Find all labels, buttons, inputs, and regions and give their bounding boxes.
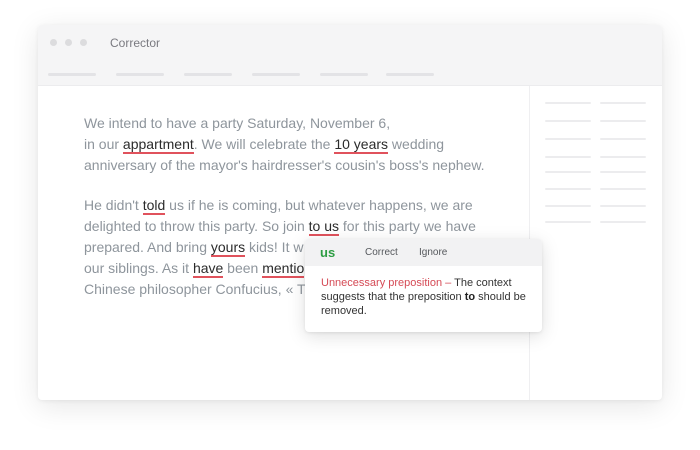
sidebar-line (545, 205, 591, 207)
text-segment: for this party we have (339, 218, 476, 234)
grammar-error[interactable]: told (142, 197, 166, 215)
correction-popup: us Correct Ignore Unnecessary prepositio… (305, 239, 542, 332)
text-line: anniversary of the mayor's hairdresser's… (84, 157, 485, 173)
error-explanation: Unnecessary preposition – The context su… (321, 276, 529, 318)
sidebar-line (600, 138, 646, 140)
grammar-error[interactable]: have (192, 260, 224, 278)
title-bar: Corrector (38, 25, 662, 62)
sidebar-line (600, 205, 646, 207)
sidebar-line (545, 138, 591, 140)
sidebar-line (600, 171, 646, 173)
text-segment: been (223, 260, 263, 276)
text-segment: our siblings. As it (84, 260, 193, 276)
sidebar-line (545, 102, 591, 104)
sidebar-line (600, 221, 646, 223)
toolbar-item-3[interactable] (184, 73, 232, 76)
window-close-dot[interactable] (50, 39, 57, 46)
grammar-error[interactable]: 10 years (334, 136, 389, 154)
text-segment: . We will celebrate the (193, 136, 335, 152)
sidebar-line (600, 156, 646, 158)
toolbar-item-4[interactable] (252, 73, 300, 76)
correct-button[interactable]: Correct (365, 247, 398, 258)
sidebar-line (600, 102, 646, 104)
text-segment: wedding (388, 136, 445, 152)
window-maximize-dot[interactable] (80, 39, 87, 46)
ignore-button[interactable]: Ignore (419, 247, 447, 258)
grammar-error[interactable]: yours (210, 239, 246, 257)
window-title: Corrector (110, 36, 161, 50)
error-type-label: Unnecessary preposition – (321, 277, 452, 289)
grammar-error[interactable]: mentio (262, 260, 305, 278)
toolbar-item-5[interactable] (320, 73, 368, 76)
sidebar-line (545, 120, 591, 122)
selected-grammar-error[interactable]: to us (308, 218, 340, 236)
popup-toolbar: us Correct Ignore (305, 239, 542, 266)
sidebar-line (545, 188, 591, 190)
toolbar-item-2[interactable] (116, 73, 164, 76)
text-segment: delighted to throw this party. So join (84, 218, 309, 234)
text-segment: kids! It w (245, 239, 304, 255)
window-minimize-dot[interactable] (65, 39, 72, 46)
sidebar-line (545, 156, 591, 158)
toolbar-item-6[interactable] (386, 73, 434, 76)
sidebar-line (600, 120, 646, 122)
paragraph-1: We intend to have a party Saturday, Nove… (84, 113, 514, 176)
text-line: Chinese philosopher Confucius, « T (84, 281, 306, 297)
text-segment: in our (84, 136, 123, 152)
toolbar (38, 62, 662, 86)
suggestion-button[interactable]: us (320, 245, 335, 260)
highlighted-word: to (464, 291, 476, 303)
text-segment: prepared. And bring (84, 239, 211, 255)
spelling-error[interactable]: appartment (122, 136, 194, 154)
sidebar-line (545, 171, 591, 173)
sidebar-line (545, 221, 591, 223)
text-segment: He didn't (84, 197, 143, 213)
sidebar-line (600, 188, 646, 190)
text-segment: us if he is coming, but whatever happens… (165, 197, 473, 213)
toolbar-item-1[interactable] (48, 73, 96, 76)
app-window: Corrector We intend to have a party Satu… (38, 25, 662, 400)
text-line: We intend to have a party Saturday, Nove… (84, 115, 391, 131)
